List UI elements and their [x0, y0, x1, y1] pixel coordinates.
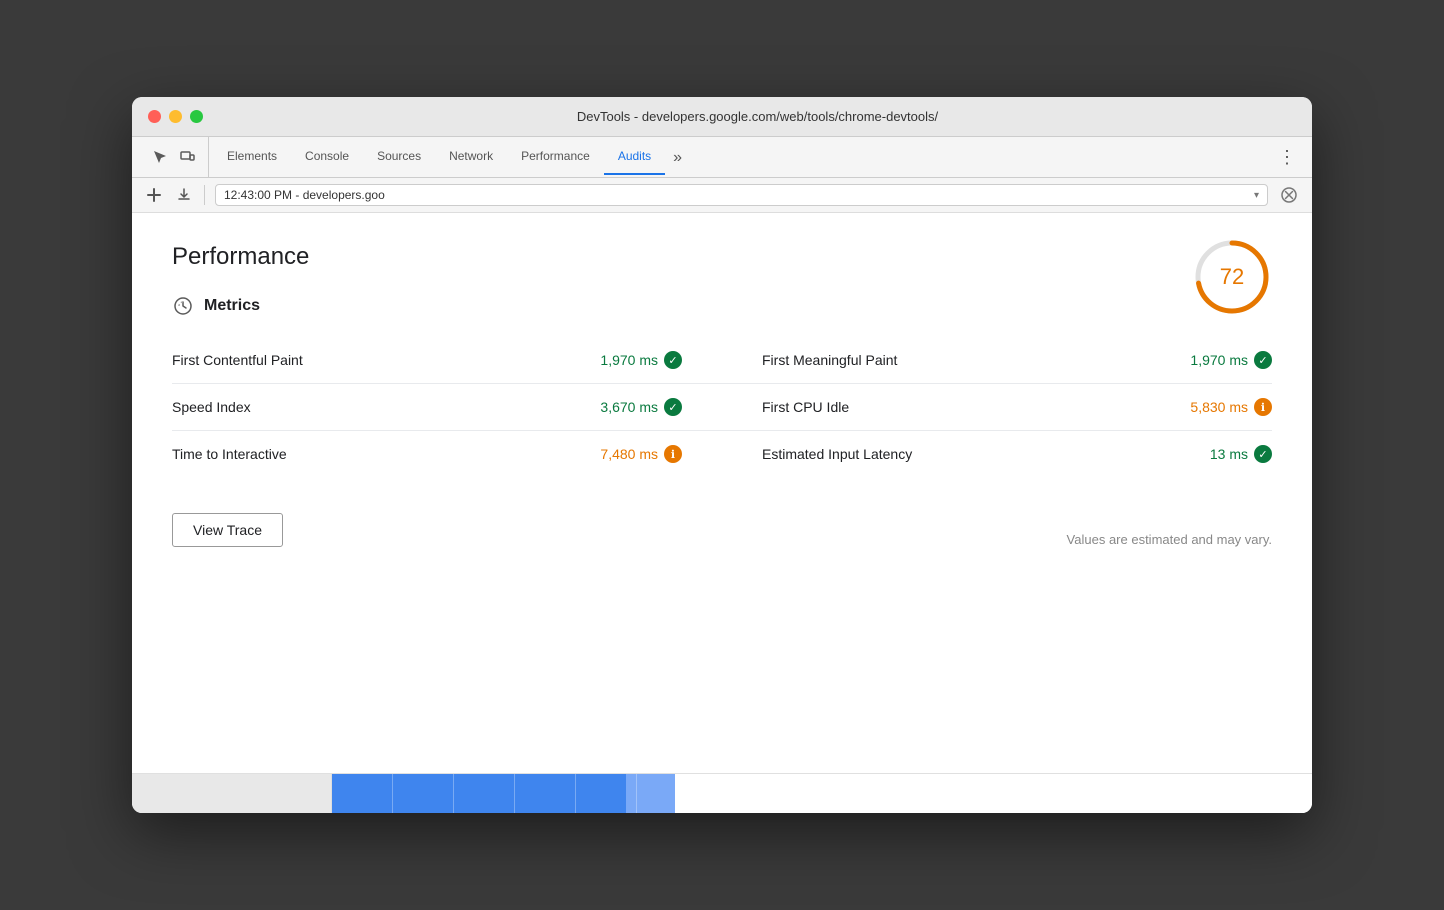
section-title: Performance [172, 243, 1272, 271]
si-status-icon: ✓ [664, 398, 682, 416]
fmp-label: First Meaningful Paint [762, 352, 897, 368]
tab-audits[interactable]: Audits [604, 139, 665, 175]
devtools-tabs-bar: Elements Console Sources Network Perform… [132, 137, 1312, 178]
performance-score-circle: 72 [1192, 237, 1272, 317]
tab-network[interactable]: Network [435, 139, 507, 175]
metric-row-fci: First CPU Idle 5,830 ms ℹ [722, 384, 1272, 431]
metrics-section: Metrics First Contentful Paint 1,970 ms … [172, 295, 1272, 477]
tab-elements[interactable]: Elements [213, 139, 291, 175]
metrics-header: Metrics [172, 295, 1272, 317]
cursor-icon[interactable] [148, 145, 172, 169]
metric-row-fcp: First Contentful Paint 1,970 ms ✓ [172, 337, 722, 384]
title-bar: DevTools - developers.google.com/web/too… [132, 97, 1312, 137]
url-text: 12:43:00 PM - developers.goo [224, 188, 1248, 202]
devtools-icon-group [140, 137, 209, 177]
footer-filmstrip-strip [132, 773, 1312, 813]
fmp-value-text: 1,970 ms [1190, 352, 1248, 368]
metric-row-eil: Estimated Input Latency 13 ms ✓ [722, 431, 1272, 477]
si-value: 3,670 ms ✓ [600, 398, 682, 416]
tti-value-text: 7,480 ms [600, 446, 658, 462]
tab-list: Elements Console Sources Network Perform… [213, 139, 1270, 175]
fci-label: First CPU Idle [762, 399, 849, 415]
si-label: Speed Index [172, 399, 251, 415]
tti-value: 7,480 ms ℹ [600, 445, 682, 463]
metrics-column-left: First Contentful Paint 1,970 ms ✓ Speed … [172, 337, 722, 477]
main-content: 72 Performance Metrics First [132, 213, 1312, 773]
filmstrip-thumbnail [132, 774, 332, 814]
download-button[interactable] [174, 185, 194, 205]
metric-row-fmp: First Meaningful Paint 1,970 ms ✓ [722, 337, 1272, 384]
devtools-options-button[interactable]: ⋮ [1270, 139, 1304, 176]
tti-label: Time to Interactive [172, 446, 287, 462]
tab-console[interactable]: Console [291, 139, 363, 175]
metric-row-si: Speed Index 3,670 ms ✓ [172, 384, 722, 431]
toolbar: 12:43:00 PM - developers.goo ▾ [132, 178, 1312, 213]
add-audit-button[interactable] [144, 185, 164, 205]
si-value-text: 3,670 ms [600, 399, 658, 415]
score-value: 72 [1220, 264, 1244, 290]
eil-value: 13 ms ✓ [1210, 445, 1272, 463]
values-note: Values are estimated and may vary. [1067, 532, 1272, 547]
metrics-grid: First Contentful Paint 1,970 ms ✓ Speed … [172, 337, 1272, 477]
fcp-label: First Contentful Paint [172, 352, 303, 368]
eil-status-icon: ✓ [1254, 445, 1272, 463]
traffic-lights [148, 110, 203, 123]
fcp-status-icon: ✓ [664, 351, 682, 369]
url-dropdown-icon: ▾ [1254, 190, 1259, 201]
tab-sources[interactable]: Sources [363, 139, 435, 175]
minimize-button[interactable] [169, 110, 182, 123]
filmstrip-ticks [332, 774, 1312, 814]
fmp-value: 1,970 ms ✓ [1190, 351, 1272, 369]
no-throttle-icon[interactable] [1278, 184, 1300, 206]
maximize-button[interactable] [190, 110, 203, 123]
fci-value: 5,830 ms ℹ [1190, 398, 1272, 416]
metrics-icon [172, 295, 194, 317]
eil-label: Estimated Input Latency [762, 446, 912, 462]
filmstrip-bar [332, 774, 1312, 814]
bottom-row: View Trace Values are estimated and may … [172, 497, 1272, 547]
more-tabs-button[interactable]: » [665, 141, 690, 175]
devtools-window: DevTools - developers.google.com/web/too… [132, 97, 1312, 813]
fcp-value-text: 1,970 ms [600, 352, 658, 368]
fci-status-icon: ℹ [1254, 398, 1272, 416]
eil-value-text: 13 ms [1210, 446, 1248, 462]
fci-value-text: 5,830 ms [1190, 399, 1248, 415]
view-trace-button[interactable]: View Trace [172, 513, 283, 547]
metrics-column-right: First Meaningful Paint 1,970 ms ✓ First … [722, 337, 1272, 477]
metrics-title: Metrics [204, 297, 260, 315]
device-toggle-icon[interactable] [176, 145, 200, 169]
tti-status-icon: ℹ [664, 445, 682, 463]
close-button[interactable] [148, 110, 161, 123]
tab-performance[interactable]: Performance [507, 139, 604, 175]
metric-row-tti: Time to Interactive 7,480 ms ℹ [172, 431, 722, 477]
fmp-status-icon: ✓ [1254, 351, 1272, 369]
window-title: DevTools - developers.google.com/web/too… [219, 109, 1296, 124]
fcp-value: 1,970 ms ✓ [600, 351, 682, 369]
audit-url-display[interactable]: 12:43:00 PM - developers.goo ▾ [215, 184, 1268, 206]
toolbar-divider [204, 185, 205, 205]
